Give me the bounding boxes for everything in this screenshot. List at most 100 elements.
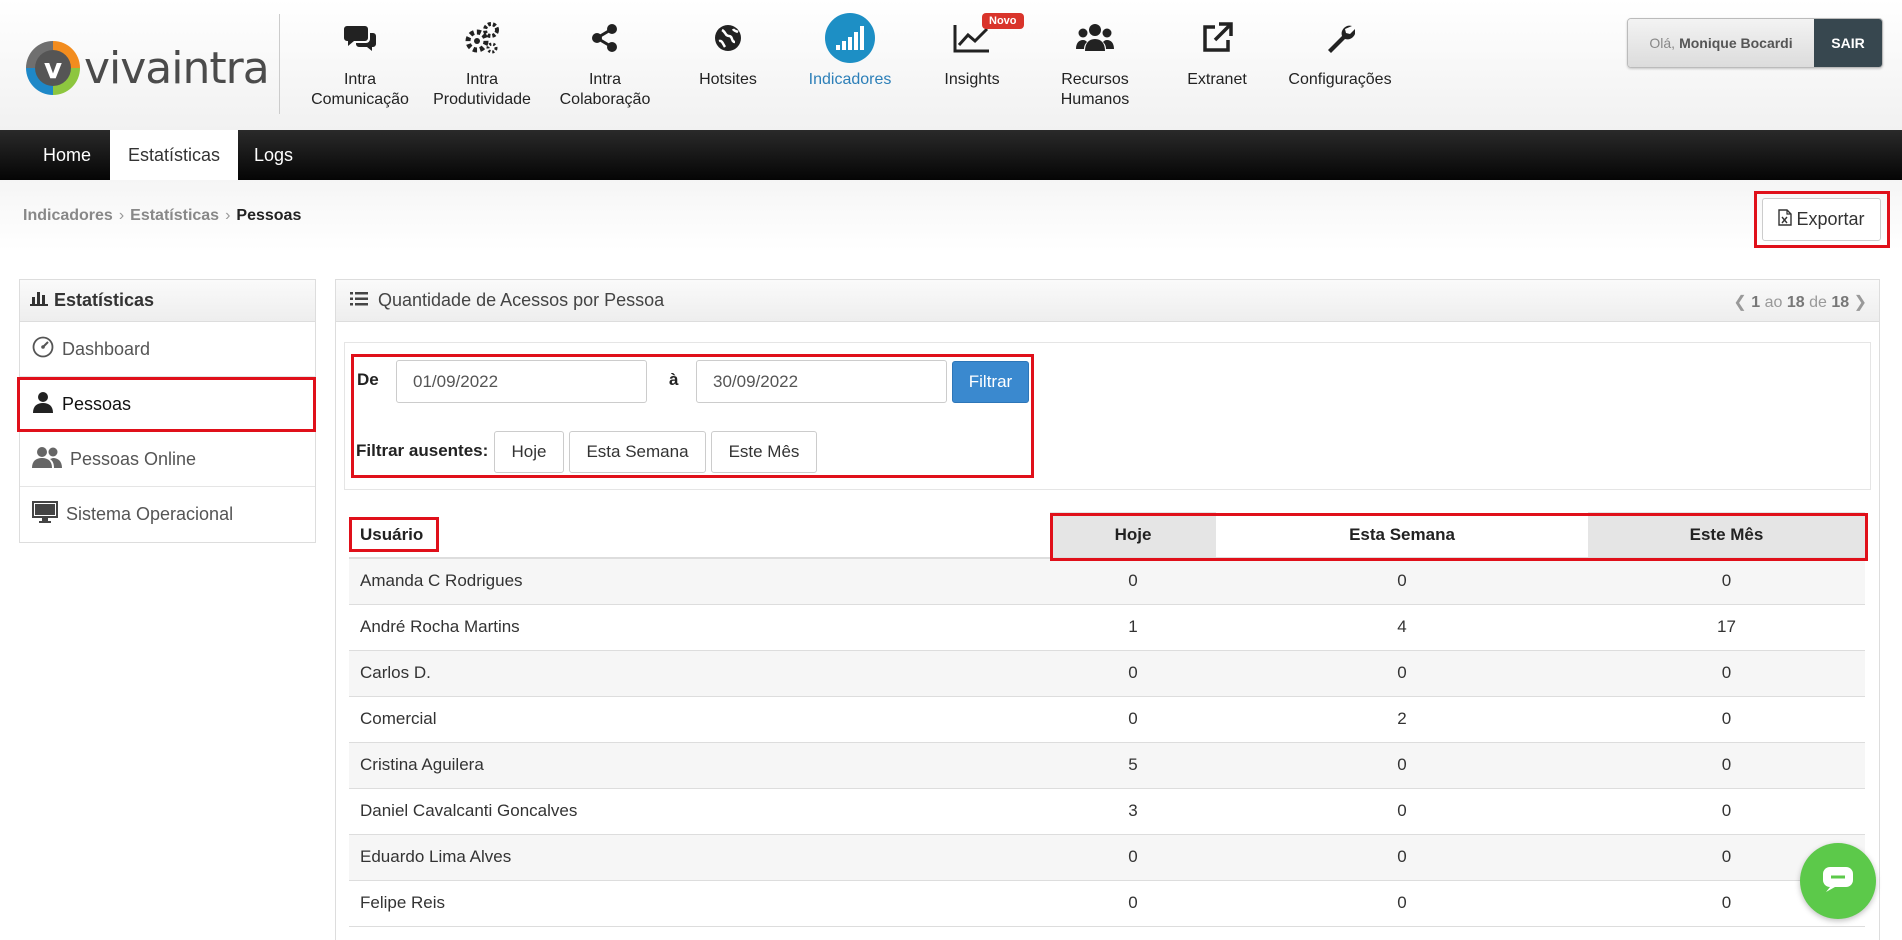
- cell-hoje: 1: [1050, 604, 1216, 651]
- users-icon: [1034, 18, 1156, 58]
- date-from-input[interactable]: [396, 360, 647, 403]
- chevron-left-icon[interactable]: ❮: [1733, 294, 1746, 311]
- date-to-input[interactable]: [696, 360, 947, 403]
- chevron-right-icon[interactable]: ❯: [1854, 294, 1867, 311]
- panel-header: Quantidade de Acessos por Pessoa: [336, 280, 1879, 322]
- cell-hoje: 5: [1050, 742, 1216, 789]
- table-row: Felipe Reis 0 0 0: [349, 880, 1865, 927]
- table-row: André Rocha Martins 1 4 17: [349, 604, 1865, 651]
- comments-icon: [299, 18, 421, 58]
- user-greeting[interactable]: Olá, Monique Bocardi: [1628, 19, 1814, 67]
- cell-este-mes: 0: [1588, 696, 1865, 743]
- cell-usuario: Daniel Cavalcanti Goncalves: [349, 788, 1050, 835]
- sidebar-item-sistema-operacional[interactable]: Sistema Operacional: [20, 487, 315, 542]
- cell-hoje: 3: [1050, 788, 1216, 835]
- filter-button[interactable]: Filtrar: [952, 361, 1029, 403]
- app-header: v vivaintra Intra Comunicação Intra Produt…: [0, 0, 1902, 130]
- period-columns-highlight: [1050, 513, 1868, 561]
- absent-mes-button[interactable]: Este Mês: [711, 431, 817, 473]
- cell-este-mes: 0: [1588, 558, 1865, 605]
- cell-esta-semana: 2: [1216, 696, 1588, 743]
- table-row: Cristina Aguilera 5 0 0: [349, 742, 1865, 789]
- table-row: Comercial 0 2 0: [349, 696, 1865, 743]
- cell-usuario: Amanda C Rodrigues: [349, 558, 1050, 605]
- export-button[interactable]: Exportar: [1762, 198, 1881, 241]
- sidebar-header: Estatísticas: [20, 280, 315, 322]
- user-box: Olá, Monique Bocardi SAIR: [1627, 18, 1883, 68]
- breadcrumb: Indicadores › Estatísticas › Pessoas: [23, 207, 301, 225]
- subnav-logs[interactable]: Logs: [236, 130, 311, 180]
- cell-esta-semana: 0: [1216, 788, 1588, 835]
- cell-hoje: 0: [1050, 696, 1216, 743]
- sidebar-item-dashboard[interactable]: Dashboard: [20, 322, 315, 377]
- cell-esta-semana: 4: [1216, 604, 1588, 651]
- cell-usuario: André Rocha Martins: [349, 604, 1050, 651]
- sidebar-item-pessoas-online[interactable]: Pessoas Online: [20, 432, 315, 487]
- cell-usuario: Cristina Aguilera: [349, 742, 1050, 789]
- cell-este-mes: 0: [1588, 788, 1865, 835]
- list-icon: [350, 290, 368, 311]
- cell-usuario: Carlos D.: [349, 650, 1050, 697]
- cell-esta-semana: 0: [1216, 834, 1588, 881]
- gears-icon: [421, 18, 543, 58]
- subnav-estatisticas[interactable]: Estatísticas: [110, 130, 239, 180]
- cell-este-mes: 0: [1588, 742, 1865, 789]
- usuario-header-highlight: [349, 517, 439, 552]
- from-label: De: [357, 370, 379, 389]
- cell-usuario: Eduardo Lima Alves: [349, 834, 1050, 881]
- chat-icon: [1821, 865, 1855, 898]
- wrench-icon: [1279, 18, 1401, 58]
- globe-icon: [667, 18, 789, 58]
- absent-semana-button[interactable]: Esta Semana: [569, 431, 706, 473]
- pager: ❮ 1 ao 18 de 18 ❯: [1733, 294, 1867, 311]
- cell-usuario: Comercial: [349, 696, 1050, 743]
- table-row: Amanda C Rodrigues 0 0 0: [349, 558, 1865, 605]
- nav-configuracoes[interactable]: Configurações: [1279, 0, 1401, 118]
- cell-este-mes: 0: [1588, 650, 1865, 697]
- breadcrumb-estatisticas[interactable]: Estatísticas: [130, 207, 219, 224]
- nav-hotsites[interactable]: Hotsites: [667, 0, 789, 118]
- users-icon: [32, 446, 62, 473]
- logo-mark: v: [26, 41, 80, 95]
- chevron-right-icon: ›: [118, 207, 125, 224]
- breadcrumb-indicadores[interactable]: Indicadores: [23, 207, 113, 224]
- breadcrumb-pessoas: Pessoas: [236, 207, 302, 224]
- vivaintra-logo[interactable]: v vivaintra: [26, 40, 270, 96]
- chevron-right-icon: ›: [225, 207, 231, 224]
- cell-hoje: 0: [1050, 834, 1216, 881]
- excel-file-icon: [1778, 208, 1793, 231]
- monitor-icon: [32, 501, 58, 528]
- subnav-home[interactable]: Home: [25, 130, 109, 180]
- cell-hoje: 0: [1050, 558, 1216, 605]
- novo-badge: Novo: [982, 13, 1024, 29]
- signal-bars-icon: [825, 13, 875, 63]
- nav-recursos-humanos[interactable]: Recursos Humanos: [1034, 0, 1156, 118]
- share-icon: [544, 18, 666, 58]
- cell-hoje: 0: [1050, 880, 1216, 927]
- logout-button[interactable]: SAIR: [1814, 19, 1882, 67]
- cell-esta-semana: 0: [1216, 742, 1588, 789]
- table-row: Carlos D. 0 0 0: [349, 650, 1865, 697]
- cell-usuario: Felipe Reis: [349, 880, 1050, 927]
- col-usuario[interactable]: Usuário: [349, 512, 1050, 559]
- to-label: à: [669, 370, 679, 389]
- nav-intra-produtividade[interactable]: Intra Produtividade: [421, 0, 543, 118]
- header-divider: [279, 14, 280, 114]
- panel-title: Quantidade de Acessos por Pessoa: [378, 290, 665, 310]
- nav-intra-colaboracao[interactable]: Intra Colaboração: [544, 0, 666, 118]
- logo-text: vivaintra: [84, 42, 270, 94]
- nav-intra-comunicacao[interactable]: Intra Comunicação: [299, 0, 421, 118]
- cell-este-mes: 17: [1588, 604, 1865, 651]
- bar-chart-icon: [30, 290, 48, 311]
- chat-button[interactable]: [1800, 843, 1876, 919]
- absent-filter-label: Filtrar ausentes:: [356, 441, 489, 460]
- absent-hoje-button[interactable]: Hoje: [494, 431, 564, 473]
- cell-esta-semana: 0: [1216, 650, 1588, 697]
- cell-hoje: 0: [1050, 650, 1216, 697]
- nav-extranet[interactable]: Extranet: [1156, 0, 1278, 118]
- external-link-icon: [1156, 18, 1278, 58]
- nav-indicadores[interactable]: Indicadores: [789, 0, 911, 118]
- cell-esta-semana: 0: [1216, 880, 1588, 927]
- access-table: Usuário Hoje Esta Semana Este Mês Amanda…: [349, 512, 1865, 927]
- table-row: Eduardo Lima Alves 0 0 0: [349, 834, 1865, 881]
